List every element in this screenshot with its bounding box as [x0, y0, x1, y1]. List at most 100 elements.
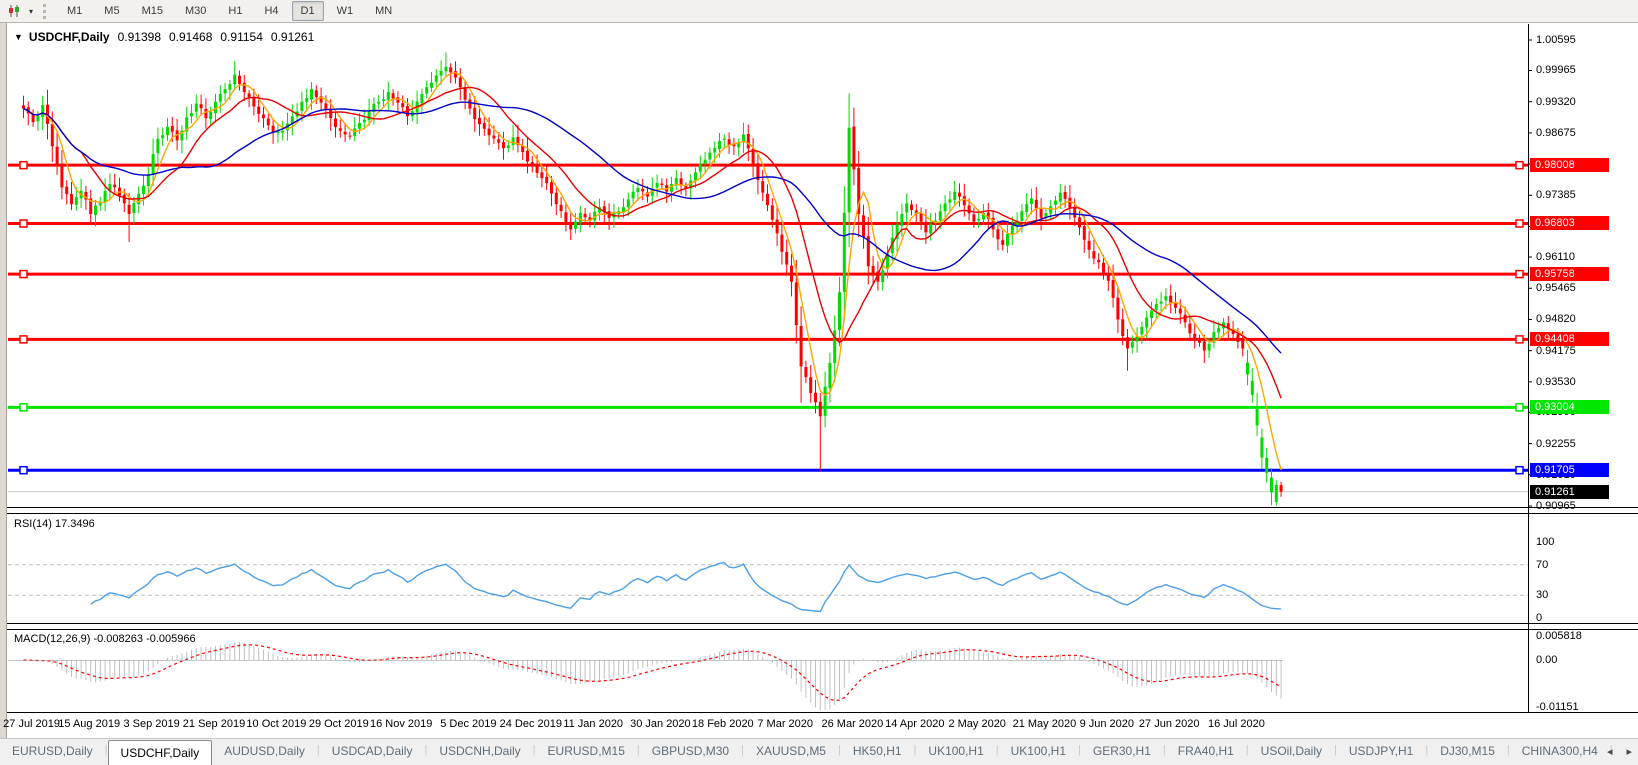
candle: [953, 192, 956, 200]
candle: [339, 128, 342, 131]
symbol-tab-usdcnh-daily[interactable]: USDCNH,Daily: [427, 739, 532, 765]
symbol-tab-uk100-h1[interactable]: UK100,H1: [916, 739, 995, 765]
symbol-tab-usdchf-daily[interactable]: USDCHF,Daily: [108, 740, 213, 765]
macd-indicator-label: MACD(12,26,9) -0.008263 -0.005966: [14, 633, 196, 645]
timeframe-button-m15[interactable]: M15: [133, 1, 172, 21]
symbol-tab-xauusd-m5[interactable]: XAUUSD,M5: [744, 739, 838, 765]
candle: [200, 104, 203, 108]
candle: [492, 136, 495, 139]
candle: [1193, 334, 1196, 339]
candle: [502, 142, 505, 148]
timeframe-button-d1[interactable]: D1: [292, 1, 324, 21]
candle: [944, 203, 947, 211]
candle: [920, 213, 923, 221]
timeframe-button-m1[interactable]: M1: [58, 1, 91, 21]
line-handle: [20, 220, 27, 227]
candle: [771, 205, 774, 219]
candle: [814, 393, 817, 403]
tabs-scroll-right-icon[interactable]: ▸: [1626, 745, 1632, 758]
price-level-badge: 0.94408: [1530, 332, 1609, 346]
candle: [507, 145, 510, 148]
candle: [1020, 211, 1023, 221]
candle: [1169, 296, 1172, 303]
candlestick-chart-icon[interactable]: [4, 3, 24, 19]
candle: [924, 222, 927, 233]
candle: [670, 184, 673, 192]
timeframe-button-h4[interactable]: H4: [255, 1, 287, 21]
toolbar-grip[interactable]: [43, 4, 50, 19]
candle: [564, 212, 567, 222]
price-axis-tick: 0.98675: [1536, 127, 1576, 139]
price-axis-tick: 0.92255: [1536, 438, 1576, 450]
ohlc-low: 0.91154: [220, 30, 263, 44]
candle: [214, 102, 217, 113]
chart-menu-caret[interactable]: ▼: [14, 32, 23, 42]
candle: [852, 127, 855, 170]
candle: [228, 84, 231, 89]
candle: [1126, 337, 1129, 348]
candle: [161, 135, 164, 138]
price-axis-tick: 0.99320: [1536, 96, 1576, 108]
symbol-tab-usoil-daily[interactable]: USOil,Daily: [1249, 739, 1334, 765]
candle: [1179, 309, 1182, 314]
symbol-tab-dj30-m15[interactable]: DJ30,M15: [1428, 739, 1507, 765]
candle: [420, 94, 423, 103]
chart-periods-dropdown-caret[interactable]: ▾: [29, 7, 33, 16]
candle: [963, 196, 966, 205]
candle: [1035, 200, 1038, 209]
candle: [1078, 217, 1081, 227]
chart-plot-area[interactable]: [0, 0, 1638, 764]
symbol-tab-audusd-daily[interactable]: AUDUSD,Daily: [212, 739, 317, 765]
candle: [1025, 204, 1028, 212]
symbol-tab-hk50-h1[interactable]: HK50,H1: [841, 739, 914, 765]
candle: [660, 183, 663, 184]
candle: [219, 94, 222, 101]
timeframe-button-m30[interactable]: M30: [176, 1, 215, 21]
symbol-tab-usdcad-daily[interactable]: USDCAD,Daily: [320, 739, 425, 765]
price-axis-tick: 0.95465: [1536, 282, 1576, 294]
candle: [800, 326, 803, 366]
timeframe-button-mn[interactable]: MN: [366, 1, 401, 21]
candle: [1001, 240, 1004, 245]
candle: [156, 139, 159, 153]
symbol-tab-eurusd-daily[interactable]: EURUSD,Daily: [0, 739, 105, 765]
timeframe-button-w1[interactable]: W1: [328, 1, 363, 21]
symbol-tab-china300-h4[interactable]: CHINA300,H4: [1510, 739, 1610, 765]
line-handle: [20, 336, 27, 343]
candle: [41, 105, 44, 117]
price-axis-tick: 0.94175: [1536, 345, 1576, 357]
candle: [809, 377, 812, 393]
candle: [838, 292, 841, 330]
candle: [1217, 328, 1220, 333]
candle: [334, 118, 337, 127]
ma-line-fast: [24, 73, 1282, 470]
candle: [368, 111, 371, 120]
candle: [1145, 318, 1148, 328]
candle: [512, 138, 515, 146]
candle: [281, 131, 284, 133]
symbol-tab-usdjpy-h1[interactable]: USDJPY,H1: [1337, 739, 1425, 765]
candle: [132, 203, 135, 213]
candle: [843, 213, 846, 292]
candle: [996, 229, 999, 239]
symbol-tab-eurusd-m15[interactable]: EURUSD,M15: [536, 739, 637, 765]
candle: [315, 90, 318, 97]
date-axis-label: 21 May 2020: [1013, 718, 1077, 730]
timeframe-button-h1[interactable]: H1: [219, 1, 251, 21]
timeframe-button-m5[interactable]: M5: [95, 1, 128, 21]
candle: [449, 67, 452, 72]
candle: [1155, 304, 1158, 310]
price-level-badge: 0.93004: [1530, 400, 1609, 414]
candle: [872, 266, 875, 273]
candle: [723, 138, 726, 139]
candle: [848, 128, 851, 213]
symbol-tab-uk100-h1[interactable]: UK100,H1: [999, 739, 1078, 765]
candle: [382, 99, 385, 101]
symbol-tab-fra40-h1[interactable]: FRA40,H1: [1166, 739, 1246, 765]
candle: [555, 193, 558, 204]
candle: [1006, 234, 1009, 246]
ma-line-slow: [24, 102, 1282, 353]
tabs-scroll-left-icon[interactable]: ◂: [1607, 745, 1613, 758]
symbol-tab-gbpusd-m30[interactable]: GBPUSD,M30: [640, 739, 741, 765]
symbol-tab-ger30-h1[interactable]: GER30,H1: [1081, 739, 1163, 765]
